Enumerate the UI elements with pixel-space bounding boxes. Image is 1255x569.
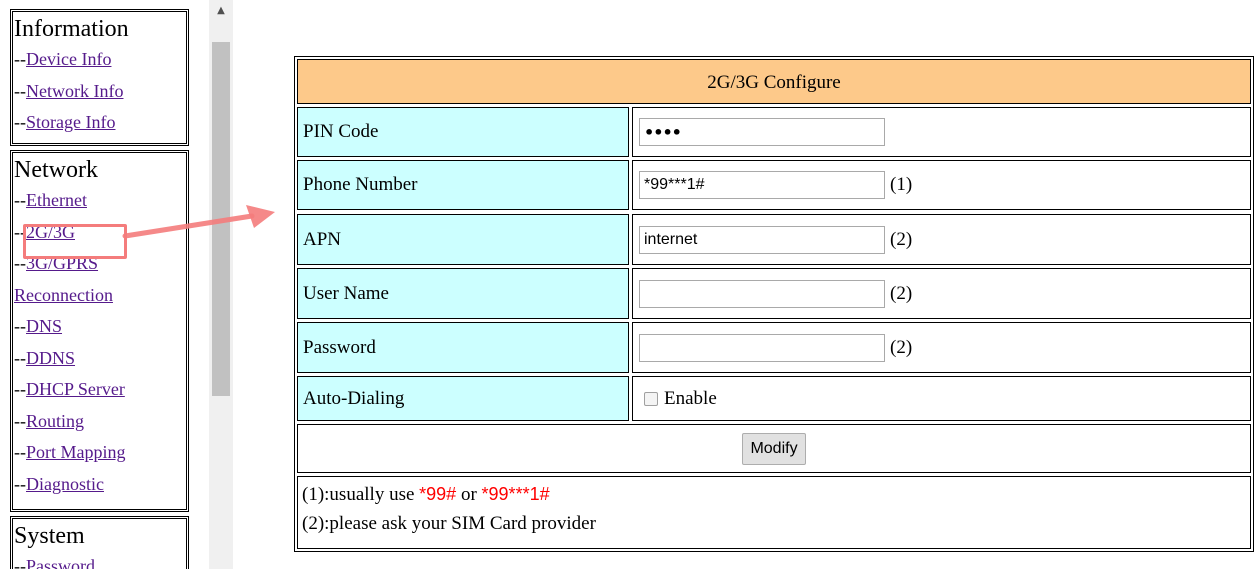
nav-link-ethernet[interactable]: Ethernet: [26, 190, 87, 210]
nav-item-dns[interactable]: --DNS: [14, 311, 188, 343]
nav-link-dns[interactable]: DNS: [26, 316, 62, 336]
nav-link-ddns[interactable]: DDNS: [26, 348, 75, 368]
user-name-note: (2): [890, 282, 913, 304]
user-name-label: User Name: [297, 268, 629, 319]
pin-code-label: PIN Code: [297, 107, 629, 157]
phone-number-cell: (1): [632, 160, 1251, 210]
nav-link-port-mapping[interactable]: Port Mapping: [26, 442, 126, 462]
highlight-box: [23, 224, 127, 259]
nav-link-diagnostic[interactable]: Diagnostic: [26, 474, 104, 494]
password-cell: (2): [632, 322, 1251, 373]
modify-button[interactable]: Modify: [742, 432, 806, 465]
nav-link-device-info[interactable]: Device Info: [26, 49, 111, 69]
nav-item-password[interactable]: --Password: [14, 551, 188, 569]
nav-section-information: Information --Device Info --Network Info…: [10, 9, 189, 146]
apn-label: APN: [297, 214, 629, 265]
arrow-right-icon: [122, 205, 275, 239]
nav-scrollbar[interactable]: ▲: [209, 0, 233, 569]
phone-number-label: Phone Number: [297, 160, 629, 210]
phone-number-input[interactable]: [639, 171, 885, 199]
nav-link-password[interactable]: Password: [26, 556, 95, 569]
apn-input[interactable]: [639, 225, 885, 254]
note-line-1: (1):usually use *99# or *99***1#: [302, 484, 550, 505]
nav-item-dhcp-server[interactable]: --DHCP Server: [14, 374, 188, 406]
password-note: (2): [890, 336, 913, 358]
user-name-cell: (2): [632, 268, 1251, 319]
nav-section-system: System --Password: [10, 516, 189, 569]
nav-item-port-mapping[interactable]: --Port Mapping: [14, 437, 188, 469]
nav-item-storage-info[interactable]: --Storage Info: [14, 107, 188, 139]
enable-checkbox[interactable]: [644, 391, 658, 406]
nav-header-network: Network: [14, 157, 98, 183]
phone-number-note: (1): [890, 174, 913, 195]
user-name-input[interactable]: [639, 279, 885, 308]
nav-item-ddns[interactable]: --DDNS: [14, 343, 188, 375]
nav-item-diagnostic[interactable]: --Diagnostic: [14, 469, 188, 501]
note-line-2: (2):please ask your SIM Card provider: [302, 513, 596, 534]
nav-link-dhcp-server[interactable]: DHCP Server: [26, 379, 125, 399]
config-table: 2G/3G Configure PIN Code Phone Number (1…: [294, 56, 1254, 552]
note-code-short: *99#: [419, 484, 457, 504]
nav-header-system: System: [14, 523, 85, 549]
auto-dialing-cell: Enable: [632, 376, 1251, 421]
left-navigation: Information --Device Info --Network Info…: [0, 0, 205, 569]
modify-cell: Modify: [297, 424, 1251, 473]
nav-item-network-info[interactable]: --Network Info: [14, 76, 188, 108]
password-input[interactable]: [639, 333, 885, 362]
password-label: Password: [297, 322, 629, 373]
nav-header-information: Information: [14, 16, 129, 42]
apn-cell: (2): [632, 214, 1251, 265]
nav-link-storage-info[interactable]: Storage Info: [26, 112, 115, 132]
pin-code-input[interactable]: [639, 118, 885, 146]
nav-item-routing[interactable]: --Routing: [14, 406, 188, 438]
nav-item-device-info[interactable]: --Device Info: [14, 44, 188, 76]
nav-link-3g-gprs-reconnection[interactable]: 3G/GPRS Reconnection: [14, 253, 113, 305]
config-title: 2G/3G Configure: [297, 59, 1251, 104]
note-code-long: *99***1#: [481, 484, 550, 504]
scroll-up-arrow-icon[interactable]: ▲: [209, 0, 233, 20]
enable-checkbox-label: Enable: [664, 387, 717, 409]
notes-cell: (1):usually use *99# or *99***1# (2):ple…: [297, 476, 1251, 549]
apn-note: (2): [890, 228, 913, 250]
auto-dialing-label: Auto-Dialing: [297, 376, 629, 421]
nav-link-routing[interactable]: Routing: [26, 411, 84, 431]
nav-link-network-info[interactable]: Network Info: [26, 81, 123, 101]
pin-code-cell: [632, 107, 1251, 157]
